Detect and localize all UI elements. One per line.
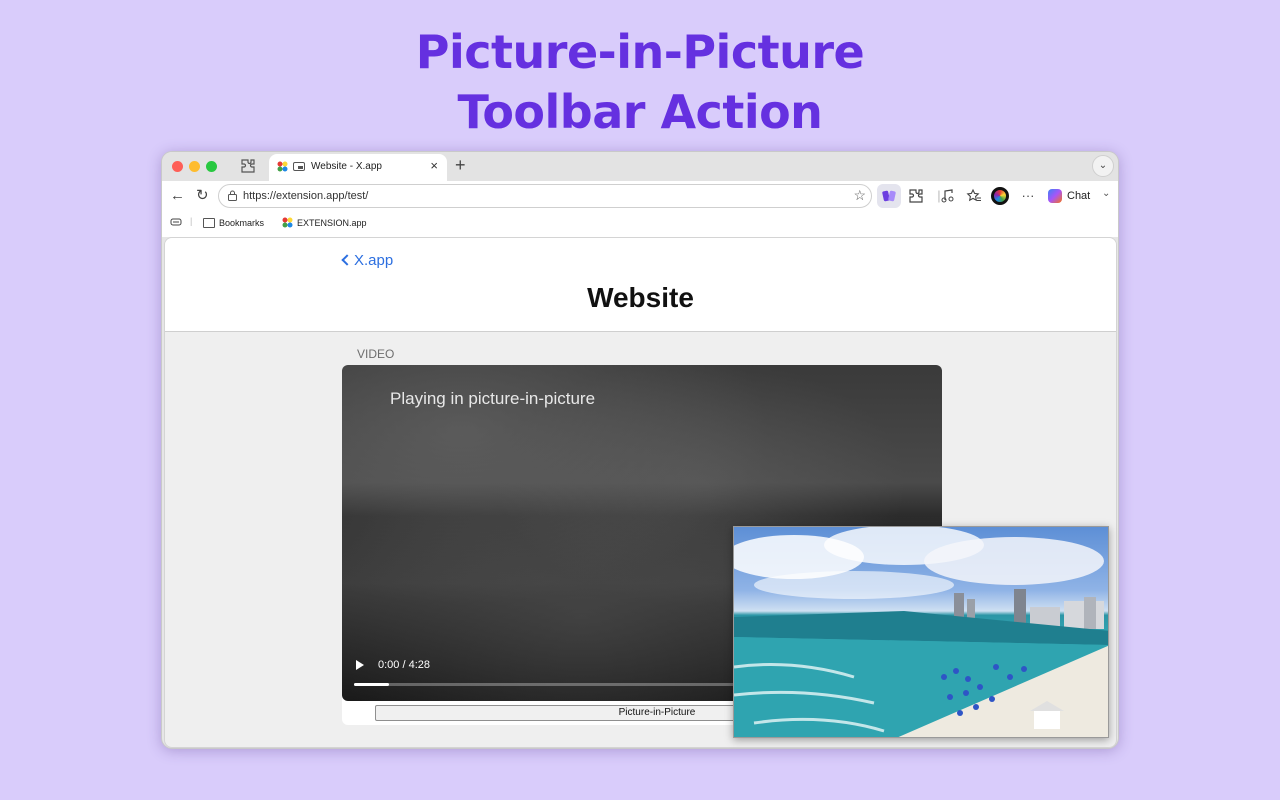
pip-indicator-icon (293, 162, 305, 171)
back-link[interactable]: X.app (341, 252, 394, 269)
back-link-label: X.app (354, 252, 394, 269)
chevron-down-icon[interactable]: ⌄ (1102, 188, 1110, 199)
bookmark-extension-app[interactable]: EXTENSION.app (297, 218, 367, 228)
zoom-window-button[interactable] (206, 161, 217, 172)
extension-favicon-icon (282, 217, 293, 230)
profile-avatar[interactable] (991, 187, 1009, 205)
favorites-icon[interactable] (965, 187, 983, 205)
video-time: 0:00 / 4:28 (378, 659, 430, 671)
promo-heading-line2: Toolbar Action (457, 85, 823, 139)
pip-extension-button[interactable] (877, 184, 901, 208)
folder-icon (203, 218, 215, 228)
pip-floating-window[interactable] (733, 526, 1109, 738)
page-title: Website (587, 282, 694, 313)
minimize-window-button[interactable] (189, 161, 200, 172)
site-favicon-icon (277, 161, 288, 172)
tab-actions-icon[interactable] (240, 158, 256, 174)
play-icon[interactable] (356, 660, 364, 670)
chat-label: Chat (1067, 190, 1091, 202)
tab-website[interactable]: Website - X.app × (269, 154, 447, 181)
tab-close-icon[interactable]: × (430, 158, 438, 173)
chevron-left-icon (341, 254, 353, 266)
extensions-puzzle-icon[interactable] (907, 187, 925, 205)
copilot-icon (1048, 189, 1062, 203)
page-header: X.app Website (165, 238, 1116, 332)
bookmarks-bar: | Bookmarks EXTENSION.app (162, 211, 1118, 237)
tab-title: Website - X.app (311, 161, 382, 172)
tab-strip: Website - X.app × + ⌄ (162, 152, 1118, 181)
promo-heading: Picture-in-Picture Toolbar Action (0, 22, 1280, 142)
back-button[interactable]: ← (170, 187, 185, 204)
pip-overlay-text: Playing in picture-in-picture (390, 389, 596, 408)
tab-groups-icon[interactable] (170, 216, 182, 230)
bookmarks-divider: | (190, 216, 193, 226)
url-text[interactable]: https://extension.app/test/ (243, 190, 368, 202)
media-control-icon[interactable] (939, 187, 957, 205)
new-tab-button[interactable]: + (455, 155, 466, 176)
more-menu-icon[interactable]: ··· (1019, 187, 1037, 205)
tab-search-button[interactable]: ⌄ (1092, 155, 1114, 177)
section-label: VIDEO (357, 347, 395, 361)
favorite-star-icon[interactable]: ☆ (853, 187, 866, 204)
beach-video-frame (734, 527, 1108, 737)
copilot-chat-button[interactable]: Chat ⌄ (1044, 184, 1116, 208)
close-window-button[interactable] (172, 161, 183, 172)
browser-toolbar: ← ↻ https://extension.app/test/ ☆ | ··· … (162, 181, 1118, 211)
bookmark-folder-bookmarks[interactable]: Bookmarks (219, 218, 264, 228)
video-progress-fill (354, 683, 389, 686)
address-bar[interactable]: https://extension.app/test/ ☆ (218, 184, 872, 208)
promo-heading-line1: Picture-in-Picture (415, 25, 865, 79)
reload-button[interactable]: ↻ (196, 187, 209, 204)
site-info-icon[interactable] (228, 190, 237, 201)
